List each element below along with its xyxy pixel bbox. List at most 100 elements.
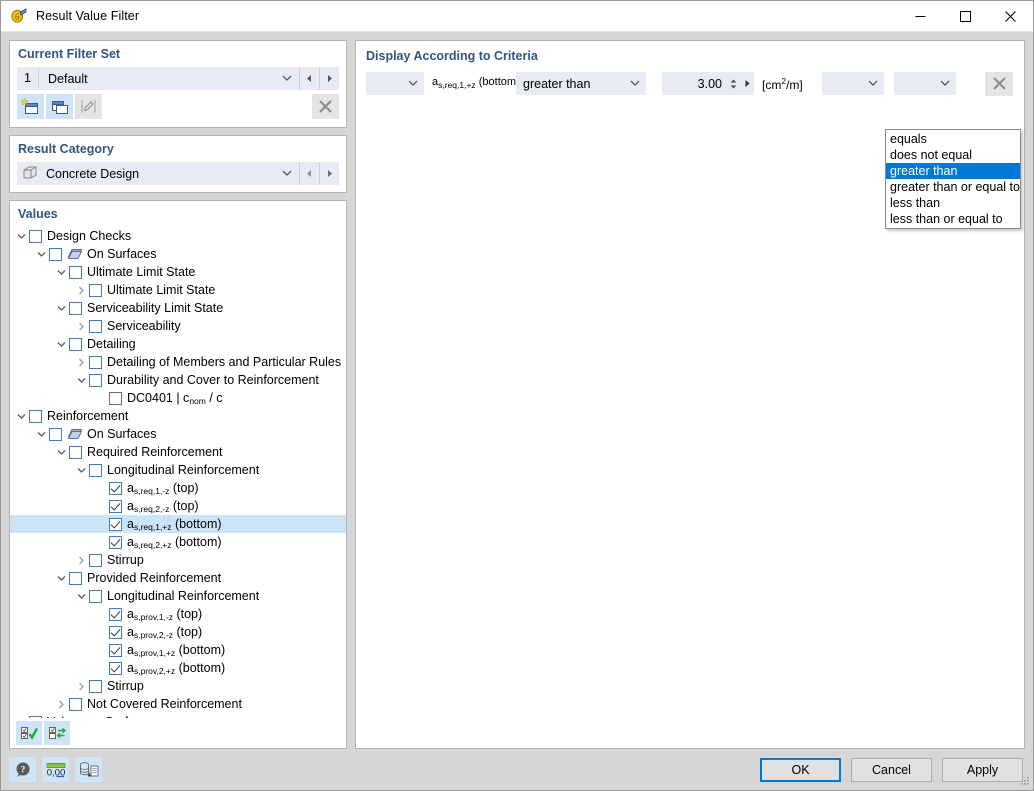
operator-option[interactable]: greater than or equal to: [886, 179, 1020, 195]
select-all-button[interactable]: [16, 721, 42, 745]
tree-row[interactable]: Provided Reinforcement: [10, 569, 346, 587]
tree-row[interactable]: Not Covered Reinforcement: [10, 695, 346, 713]
filter-set-next-button[interactable]: [319, 67, 339, 90]
tree-row[interactable]: Reinforcement: [10, 407, 346, 425]
tree-row[interactable]: Serviceability: [10, 317, 346, 335]
chevron-right-icon[interactable]: [54, 700, 69, 709]
tree-row[interactable]: Design Checks: [10, 227, 346, 245]
operator-option[interactable]: less than or equal to: [886, 211, 1020, 227]
operator-option[interactable]: less than: [886, 195, 1020, 211]
resize-grip[interactable]: [1018, 775, 1030, 787]
tree-row[interactable]: Required Reinforcement: [10, 443, 346, 461]
tree-checkbox[interactable]: [109, 535, 122, 549]
apply-button[interactable]: Apply: [942, 757, 1023, 782]
chevron-right-icon[interactable]: [14, 718, 29, 719]
close-button[interactable]: [988, 1, 1033, 32]
tree-row[interactable]: Durability and Cover to Reinforcement: [10, 371, 346, 389]
tree-checkbox[interactable]: [109, 607, 122, 621]
criteria-value[interactable]: 3.00: [662, 77, 727, 91]
tree-row[interactable]: Detailing of Members and Particular Rule…: [10, 353, 346, 371]
copy-filter-set-button[interactable]: [46, 94, 73, 119]
tree-checkbox[interactable]: [49, 427, 62, 441]
tree-checkbox[interactable]: [89, 553, 102, 567]
tree-checkbox[interactable]: [109, 517, 122, 531]
tree-checkbox[interactable]: [109, 499, 122, 513]
tree-row[interactable]: as,prov,2,+z (bottom): [10, 659, 346, 677]
tree-row[interactable]: On Surfaces: [10, 245, 346, 263]
tree-checkbox[interactable]: [69, 337, 82, 351]
tree-checkbox[interactable]: [109, 643, 122, 657]
chevron-down-icon[interactable]: [34, 251, 49, 258]
tree-checkbox[interactable]: [89, 373, 102, 387]
chevron-down-icon[interactable]: [74, 593, 89, 600]
tree-checkbox[interactable]: [109, 481, 122, 495]
chevron-right-icon[interactable]: [74, 322, 89, 331]
chevron-down-icon[interactable]: [54, 305, 69, 312]
tree-checkbox[interactable]: [29, 409, 42, 423]
tree-checkbox[interactable]: [69, 265, 82, 279]
decimal-places-icon[interactable]: 0,00: [42, 757, 69, 782]
result-category-prev-button[interactable]: [299, 162, 319, 185]
help-icon[interactable]: ?: [9, 757, 36, 782]
tree-checkbox[interactable]: [109, 625, 122, 639]
result-category-combo[interactable]: Concrete Design: [17, 162, 299, 185]
ok-button[interactable]: OK: [760, 757, 841, 782]
chevron-down-icon[interactable]: [74, 467, 89, 474]
criteria-extra-combo-2[interactable]: [894, 72, 956, 95]
chevron-right-icon[interactable]: [74, 286, 89, 295]
tree-row[interactable]: DC0401 | cnom / c: [10, 389, 346, 407]
chevron-down-icon[interactable]: [14, 233, 29, 240]
delete-criteria-row-button[interactable]: [985, 71, 1013, 96]
tree-checkbox[interactable]: [69, 301, 82, 315]
tree-checkbox[interactable]: [29, 229, 42, 243]
tree-checkbox[interactable]: [69, 571, 82, 585]
filter-set-combo[interactable]: 1 Default: [17, 67, 299, 90]
filter-set-prev-button[interactable]: [299, 67, 319, 90]
chevron-down-icon[interactable]: [14, 413, 29, 420]
chevron-down-icon[interactable]: [54, 575, 69, 582]
tree-row[interactable]: as,prov,1,-z (top): [10, 605, 346, 623]
tree-row[interactable]: Detailing: [10, 335, 346, 353]
tree-checkbox[interactable]: [89, 283, 102, 297]
criteria-value-apply-arrow-icon[interactable]: [740, 79, 754, 88]
tree-checkbox[interactable]: [69, 697, 82, 711]
delete-filter-set-button[interactable]: [312, 94, 339, 119]
export-data-icon[interactable]: [75, 757, 102, 782]
tree-row[interactable]: Ultimate Limit State: [10, 263, 346, 281]
tree-checkbox[interactable]: [89, 589, 102, 603]
tree-row[interactable]: as,req,1,+z (bottom): [10, 515, 346, 533]
tree-row[interactable]: Longitudinal Reinforcement: [10, 461, 346, 479]
minimize-button[interactable]: [898, 1, 943, 32]
maximize-button[interactable]: [943, 1, 988, 32]
criteria-value-stepper[interactable]: [727, 79, 740, 89]
criteria-extra-combo-1[interactable]: [822, 72, 884, 95]
chevron-right-icon[interactable]: [74, 682, 89, 691]
tree-row[interactable]: as,prov,1,+z (bottom): [10, 641, 346, 659]
tree-checkbox[interactable]: [29, 715, 42, 718]
criteria-value-field[interactable]: 3.00: [662, 72, 754, 95]
tree-row[interactable]: On Surfaces: [10, 425, 346, 443]
edit-filter-set-button[interactable]: [75, 94, 102, 119]
chevron-down-icon[interactable]: [279, 75, 295, 82]
result-category-next-button[interactable]: [319, 162, 339, 185]
operator-dropdown-list[interactable]: equals does not equal greater than greater …: [885, 129, 1021, 229]
chevron-down-icon[interactable]: [54, 341, 69, 348]
invert-selection-button[interactable]: [44, 721, 70, 745]
cancel-button[interactable]: Cancel: [851, 757, 932, 782]
chevron-down-icon[interactable]: [862, 80, 884, 87]
chevron-down-icon[interactable]: [934, 80, 956, 87]
tree-checkbox[interactable]: [49, 247, 62, 261]
tree-row[interactable]: Stirrup: [10, 551, 346, 569]
chevron-down-icon[interactable]: [279, 170, 295, 177]
logic-combo[interactable]: [366, 72, 424, 95]
tree-row[interactable]: as,req,1,-z (top): [10, 479, 346, 497]
tree-row[interactable]: Values on Surfaces: [10, 713, 346, 718]
chevron-right-icon[interactable]: [74, 556, 89, 565]
operator-combo[interactable]: greater than: [516, 72, 646, 95]
new-filter-set-button[interactable]: [17, 94, 44, 119]
tree-row[interactable]: Stirrup: [10, 677, 346, 695]
tree-row[interactable]: as,req,2,-z (top): [10, 497, 346, 515]
tree-checkbox[interactable]: [89, 463, 102, 477]
chevron-right-icon[interactable]: [74, 358, 89, 367]
tree-row[interactable]: as,prov,2,-z (top): [10, 623, 346, 641]
